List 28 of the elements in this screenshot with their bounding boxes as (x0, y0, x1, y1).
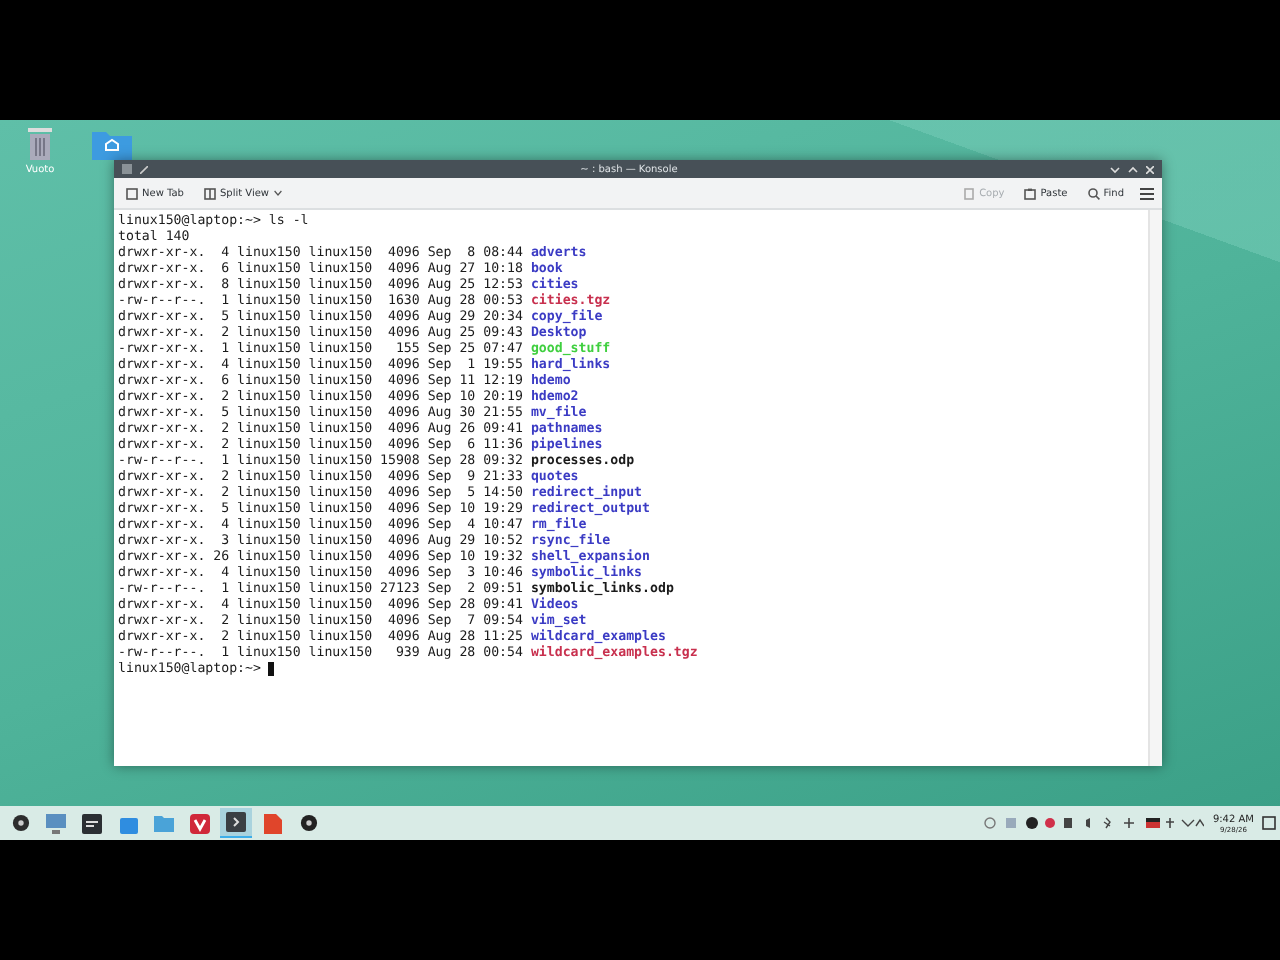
pin-icon[interactable] (140, 165, 148, 173)
caret-icon (273, 190, 282, 196)
cursor (268, 662, 275, 676)
taskbar-app[interactable] (76, 808, 108, 838)
terminal-icon (82, 813, 102, 833)
copy-icon (963, 187, 976, 199)
scrollbar[interactable] (1148, 210, 1162, 766)
menu-icon[interactable] (1140, 187, 1154, 199)
folder-icon (154, 814, 174, 832)
minimize-icon[interactable] (1110, 165, 1120, 173)
browser-icon (190, 813, 210, 833)
home-folder-icon[interactable] (92, 128, 132, 160)
document-icon (263, 813, 281, 833)
tray-icons-drawing[interactable] (984, 816, 1205, 830)
search-icon (1087, 187, 1100, 199)
taskbar-app[interactable] (220, 808, 252, 838)
split-view-icon (203, 187, 216, 199)
disc-icon (299, 814, 317, 832)
show-desktop-icon[interactable] (1262, 816, 1276, 830)
terminal-icon (226, 812, 246, 832)
start-menu-icon (11, 814, 29, 832)
maximize-icon[interactable] (1128, 165, 1138, 173)
app-icon (122, 164, 132, 174)
monitor-icon (46, 813, 66, 833)
clipboard-icon (1024, 187, 1037, 199)
new-tab-icon (126, 187, 138, 199)
trash-icon[interactable] (26, 128, 54, 160)
close-icon[interactable] (1146, 165, 1154, 173)
